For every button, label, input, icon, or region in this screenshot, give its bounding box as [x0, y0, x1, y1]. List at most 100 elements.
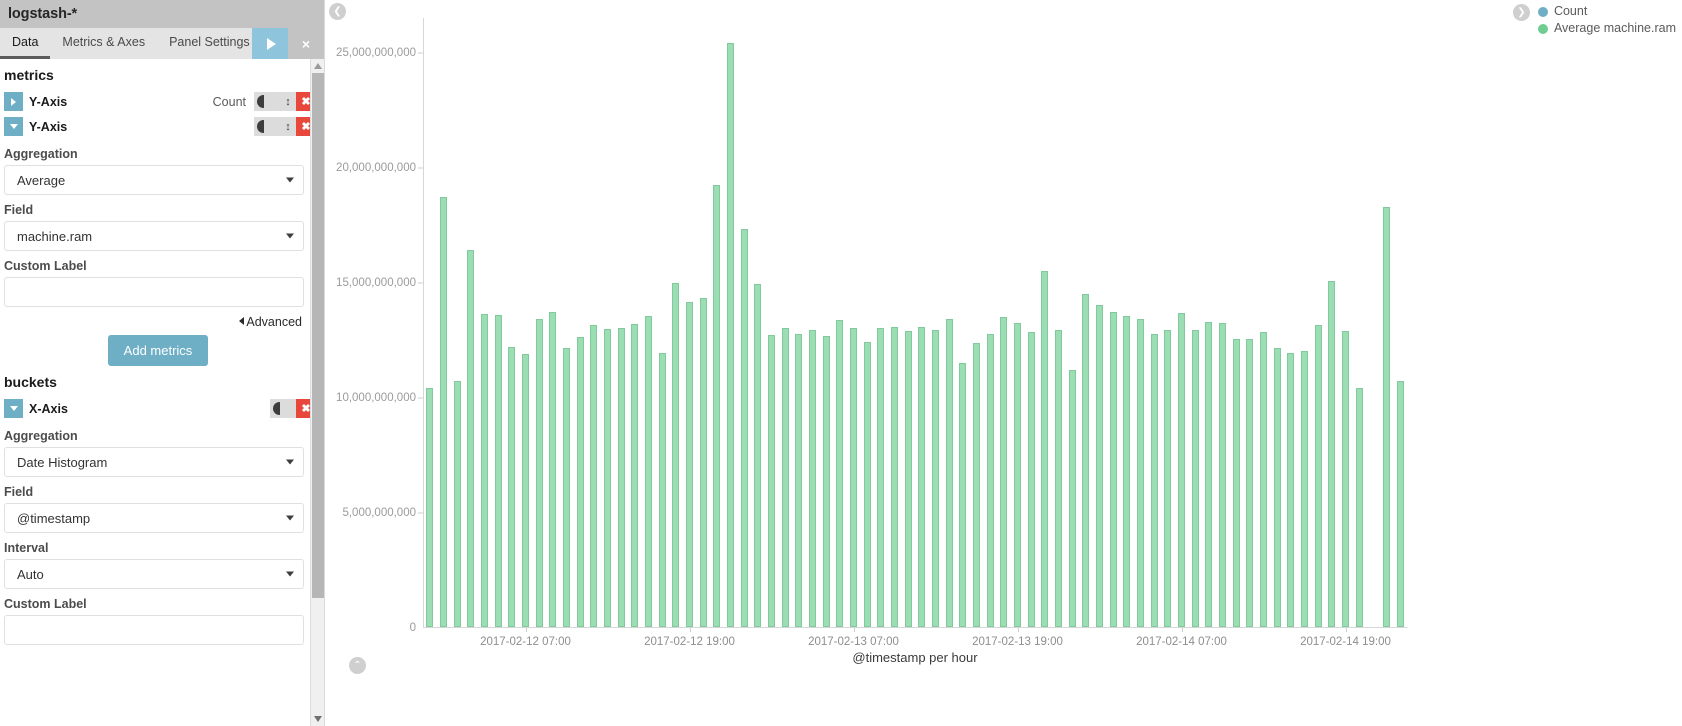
- chart-bar[interactable]: [1355, 387, 1363, 627]
- chart-bar[interactable]: [1218, 323, 1227, 627]
- scrollbar-thumb[interactable]: [312, 73, 324, 598]
- expand-spy-panel-button[interactable]: ⌃: [349, 657, 366, 674]
- chart-bar[interactable]: [562, 348, 571, 627]
- collapse-sidebar-button[interactable]: ❮: [329, 3, 346, 20]
- scrollbar-up-button[interactable]: [311, 59, 325, 73]
- metric-2-field-select[interactable]: machine.ram: [4, 221, 304, 251]
- chart-bar[interactable]: [808, 330, 817, 627]
- chart-bar[interactable]: [1382, 206, 1391, 627]
- chart-bar[interactable]: [754, 284, 762, 627]
- metric-2-advanced-toggle[interactable]: Advanced: [0, 315, 316, 329]
- chart-bar[interactable]: [1013, 323, 1022, 627]
- chart-bar[interactable]: [1054, 330, 1063, 627]
- collapse-bucket-1-button[interactable]: [4, 399, 23, 418]
- chart-bar[interactable]: [986, 333, 994, 627]
- chart-bar[interactable]: [576, 336, 584, 627]
- metric-2-custom-label-input[interactable]: [4, 277, 304, 307]
- chart-bar[interactable]: [1164, 330, 1172, 627]
- chart-bar[interactable]: [726, 43, 735, 627]
- discard-changes-button[interactable]: ×: [288, 28, 324, 59]
- chart-bar[interactable]: [890, 326, 899, 627]
- tab-panel-settings[interactable]: Panel Settings: [157, 28, 262, 59]
- chart-bar[interactable]: [467, 249, 475, 627]
- chart-bar[interactable]: [672, 282, 680, 627]
- chart-bar[interactable]: [713, 185, 721, 627]
- collapse-metric-2-button[interactable]: [4, 117, 23, 136]
- chart-bar[interactable]: [453, 380, 461, 627]
- chart-bar[interactable]: [1177, 312, 1186, 627]
- metric-1-visibility-toggle[interactable]: [254, 92, 280, 111]
- legend-item-0[interactable]: Count: [1537, 3, 1676, 20]
- metric-2-visibility-toggle[interactable]: [254, 117, 280, 136]
- bucket-row-x-axis[interactable]: X-Axis ✖: [0, 398, 316, 419]
- metric-2-drag-handle[interactable]: ↕: [280, 117, 296, 136]
- bucket-1-interval-select[interactable]: Auto: [4, 559, 304, 589]
- chart-bar[interactable]: [1027, 332, 1035, 627]
- chart-bar[interactable]: [972, 342, 981, 627]
- chart-bar[interactable]: [1000, 317, 1008, 627]
- chart-bar[interactable]: [1150, 333, 1158, 627]
- chart-bar[interactable]: [1232, 339, 1240, 627]
- chart-bar[interactable]: [877, 327, 885, 627]
- sidebar-scrollbar[interactable]: [310, 59, 324, 726]
- chart-bar[interactable]: [685, 302, 694, 627]
- bucket-1-field-select[interactable]: @timestamp: [4, 503, 304, 533]
- tab-metrics-and-axes[interactable]: Metrics & Axes: [50, 28, 157, 59]
- chart-bar[interactable]: [521, 354, 530, 627]
- chart-bar[interactable]: [1273, 348, 1281, 627]
- chart-bar[interactable]: [1300, 350, 1309, 627]
- chart-bar[interactable]: [508, 347, 516, 627]
- chart-bar[interactable]: [494, 315, 502, 627]
- chart-bar[interactable]: [644, 316, 653, 627]
- apply-changes-button[interactable]: [252, 28, 288, 59]
- chart-bar[interactable]: [822, 335, 830, 627]
- tab-data[interactable]: Data: [0, 28, 51, 59]
- chart-bar[interactable]: [849, 327, 858, 627]
- chart-bar[interactable]: [1041, 271, 1049, 627]
- chart-bar[interactable]: [1068, 370, 1076, 627]
- chart-bar[interactable]: [1136, 318, 1145, 627]
- chart-bar[interactable]: [426, 387, 434, 627]
- legend-item-1[interactable]: Average machine.ram: [1537, 20, 1676, 37]
- bucket-1-aggregation-select[interactable]: Date Histogram: [4, 447, 304, 477]
- chart-bar[interactable]: [617, 327, 625, 627]
- chart-bar[interactable]: [1259, 332, 1268, 627]
- chart-bar[interactable]: [904, 331, 912, 627]
- scrollbar-down-button[interactable]: [311, 712, 325, 726]
- chart-bar[interactable]: [1109, 311, 1117, 627]
- chart-bar[interactable]: [439, 196, 448, 627]
- chart-bar[interactable]: [767, 334, 776, 627]
- chart-bar[interactable]: [535, 318, 543, 627]
- legend-collapse-button[interactable]: ❯: [1512, 4, 1530, 21]
- expand-metric-1-button[interactable]: [4, 92, 23, 111]
- chart-bar[interactable]: [1123, 316, 1131, 627]
- chart-bar[interactable]: [945, 318, 953, 627]
- chart-bar[interactable]: [549, 311, 557, 627]
- metric-row-average[interactable]: Y-Axis ↕ ✖: [0, 116, 316, 137]
- chart-bar[interactable]: [918, 326, 926, 627]
- add-metrics-button[interactable]: Add metrics: [107, 335, 209, 366]
- chart-bar[interactable]: [631, 324, 639, 627]
- chart-bar[interactable]: [658, 353, 666, 627]
- chart-bar[interactable]: [480, 313, 489, 627]
- bucket-1-visibility-toggle[interactable]: [270, 399, 296, 418]
- chart-bar[interactable]: [1205, 322, 1213, 627]
- chart-bar[interactable]: [740, 228, 748, 627]
- metric-row-count[interactable]: Y-Axis Count ↕ ✖: [0, 91, 316, 112]
- chart-bar[interactable]: [603, 328, 612, 627]
- chart-bar[interactable]: [1328, 280, 1336, 627]
- chart-bar[interactable]: [1191, 330, 1199, 627]
- metric-1-drag-handle[interactable]: ↕: [280, 92, 296, 111]
- chart-bar[interactable]: [1246, 339, 1254, 627]
- metric-2-aggregation-select[interactable]: Average: [4, 165, 304, 195]
- chart-bar[interactable]: [931, 330, 940, 627]
- chart-bar[interactable]: [781, 327, 789, 627]
- chart-bar[interactable]: [1082, 294, 1090, 627]
- chart-bar[interactable]: [1396, 380, 1404, 627]
- chart-bar[interactable]: [1341, 331, 1350, 627]
- chart-bar[interactable]: [863, 341, 871, 627]
- chart-bar[interactable]: [1095, 304, 1104, 627]
- chart-bar[interactable]: [795, 333, 803, 627]
- bucket-1-custom-label-input[interactable]: [4, 615, 304, 645]
- chart-bar[interactable]: [699, 297, 707, 627]
